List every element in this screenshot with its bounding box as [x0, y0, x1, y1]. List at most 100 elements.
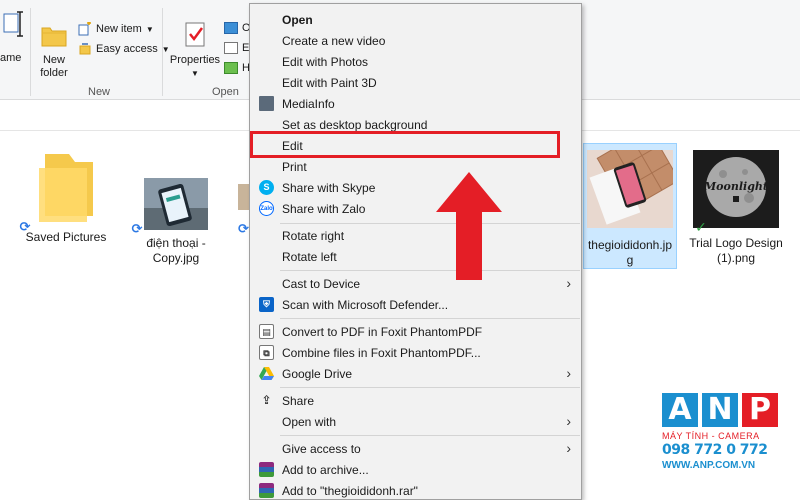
- logo-phone: 098 772 0 772: [662, 442, 768, 458]
- menu-item-label: Add to "thegioididonh.rar": [282, 484, 418, 498]
- menu-item-rotate-left[interactable]: Rotate left: [250, 246, 581, 267]
- menu-item-cast-device[interactable]: Cast to Device ›: [250, 273, 581, 294]
- menu-item-add-rar[interactable]: Add to "thegioididonh.rar": [250, 480, 581, 500]
- menu-item-label: Google Drive: [282, 367, 353, 381]
- chevron-right-icon: ›: [566, 413, 571, 429]
- menu-item-edit-photos[interactable]: Edit with Photos: [250, 51, 581, 72]
- menu-separator: [280, 270, 580, 271]
- menu-item-give-access[interactable]: Give access to ›: [250, 438, 581, 459]
- menu-item-scan-defender[interactable]: ⛨ Scan with Microsoft Defender...: [250, 294, 581, 315]
- image-thumbnail: Moonlight: [693, 150, 779, 228]
- new-folder-label-1: New: [42, 54, 65, 66]
- menu-item-share[interactable]: ⇪ Share: [250, 390, 581, 411]
- new-item-label: New item: [96, 23, 142, 35]
- easy-access-button[interactable]: Easy access ▼: [78, 42, 170, 56]
- file-label: thegioididonh.jp: [587, 238, 673, 252]
- sync-icon: ⟳: [19, 219, 31, 234]
- sync-icon: ⟳: [131, 221, 143, 236]
- menu-item-label: Share with Skype: [282, 181, 376, 195]
- menu-item-convert-pdf[interactable]: ▤ Convert to PDF in Foxit PhantomPDF: [250, 321, 581, 342]
- history-small-button[interactable]: H: [224, 62, 250, 74]
- easy-access-label: Easy access: [96, 43, 158, 55]
- image-icon: [224, 22, 238, 34]
- red-arrow-annotation: [436, 172, 502, 280]
- menu-item-label: Open: [282, 13, 313, 27]
- menu-item-label: Edit with Paint 3D: [282, 76, 377, 90]
- chevron-down-icon: ▼: [145, 24, 154, 34]
- menu-item-label: Convert to PDF in Foxit PhantomPDF: [282, 325, 483, 339]
- menu-item-label: Share with Zalo: [282, 202, 366, 216]
- menu-item-label: Print: [282, 160, 307, 174]
- chevron-right-icon: ›: [566, 440, 571, 456]
- menu-item-google-drive[interactable]: Google Drive ›: [250, 363, 581, 384]
- thumbnail-text: Moonlight: [703, 180, 768, 193]
- new-folder-button[interactable]: New folder: [36, 22, 72, 80]
- menu-item-add-archive[interactable]: Add to archive...: [250, 459, 581, 480]
- file-item-saved-pictures[interactable]: ⟳ Saved Pictures: [18, 150, 114, 245]
- menu-separator: [280, 435, 580, 436]
- new-folder-label-2: folder: [40, 67, 68, 79]
- winrar-icon: [259, 462, 274, 477]
- menu-item-label: Open with: [282, 415, 337, 429]
- menu-item-label: Edit with Photos: [282, 55, 369, 69]
- menu-item-rotate-right[interactable]: Rotate right: [250, 225, 581, 246]
- menu-item-label: MediaInfo: [282, 97, 335, 111]
- menu-item-label: Rotate left: [282, 250, 337, 264]
- shield-icon: ⛨: [259, 297, 274, 312]
- group-label-open: Open: [212, 86, 239, 98]
- share-icon: ⇪: [261, 393, 272, 407]
- chevron-right-icon: ›: [566, 275, 571, 291]
- edit-small-button[interactable]: E: [224, 42, 249, 54]
- menu-item-create-video[interactable]: Create a new video: [250, 30, 581, 51]
- menu-item-edit-paint3d[interactable]: Edit with Paint 3D: [250, 72, 581, 93]
- history-icon: [224, 62, 238, 74]
- folder-icon: [39, 154, 93, 222]
- open-small-button[interactable]: O: [224, 22, 251, 34]
- check-icon: ✓: [695, 219, 707, 235]
- anp-logo: A N P MÁY TÍNH - CAMERA 098 772 0 772 WW…: [662, 393, 782, 493]
- properties-button[interactable]: Properties ▼: [168, 20, 222, 80]
- file-label: Saved Pictures: [25, 230, 107, 244]
- menu-item-label: Combine files in Foxit PhantomPDF...: [282, 346, 481, 360]
- new-item-button[interactable]: New item ▼: [78, 22, 154, 36]
- file-label: g: [626, 253, 634, 267]
- menu-item-mediainfo[interactable]: MediaInfo: [250, 93, 581, 114]
- zalo-icon: Zalo: [259, 201, 274, 216]
- menu-separator: [280, 318, 580, 319]
- easy-access-icon: [79, 43, 91, 55]
- menu-item-print[interactable]: Print: [250, 156, 581, 177]
- menu-item-label: Set as desktop background: [282, 118, 428, 132]
- file-item-dien-thoai[interactable]: ⟳ điện thoại - Copy.jpg: [128, 178, 224, 266]
- mediainfo-icon: [259, 96, 274, 111]
- properties-icon: [185, 22, 205, 47]
- google-drive-icon: [259, 367, 274, 380]
- menu-item-open[interactable]: Open: [250, 9, 581, 30]
- logo-letter-p: P: [742, 393, 778, 427]
- edit-highlight-box: [250, 131, 560, 158]
- file-label: Trial Logo Design: [689, 236, 783, 250]
- menu-item-label: Give access to: [282, 442, 361, 456]
- file-label: điện thoại -: [146, 236, 206, 250]
- chevron-down-icon: ▼: [191, 69, 199, 78]
- file-item-thegioididonh-content: thegioididonh.jp g: [582, 150, 678, 268]
- menu-item-share-skype[interactable]: S Share with Skype: [250, 177, 581, 198]
- menu-item-open-with[interactable]: Open with ›: [250, 411, 581, 432]
- group-label-new: New: [88, 86, 111, 98]
- rename-label: ame: [0, 52, 22, 64]
- menu-item-combine-pdf[interactable]: ⧉ Combine files in Foxit PhantomPDF...: [250, 342, 581, 363]
- menu-item-label: Scan with Microsoft Defender...: [282, 298, 449, 312]
- skype-icon: S: [259, 180, 274, 195]
- chevron-right-icon: ›: [566, 365, 571, 381]
- file-label: (1).png: [716, 251, 756, 265]
- menu-item-share-zalo[interactable]: Zalo Share with Zalo: [250, 198, 581, 219]
- image-thumbnail: [144, 178, 208, 230]
- ribbon-separator: [162, 8, 163, 96]
- menu-item-label: Rotate right: [282, 229, 345, 243]
- rename-button[interactable]: ame: [0, 8, 26, 65]
- context-menu: Open Create a new video Edit with Photos…: [249, 3, 582, 500]
- file-item-trial-logo[interactable]: Moonlight ✓ Trial Logo Design (1).png: [686, 150, 786, 266]
- menu-item-label: Share: [282, 394, 315, 408]
- edit-icon: [224, 42, 238, 54]
- menu-separator: [280, 223, 580, 224]
- properties-label: Properties: [169, 54, 221, 66]
